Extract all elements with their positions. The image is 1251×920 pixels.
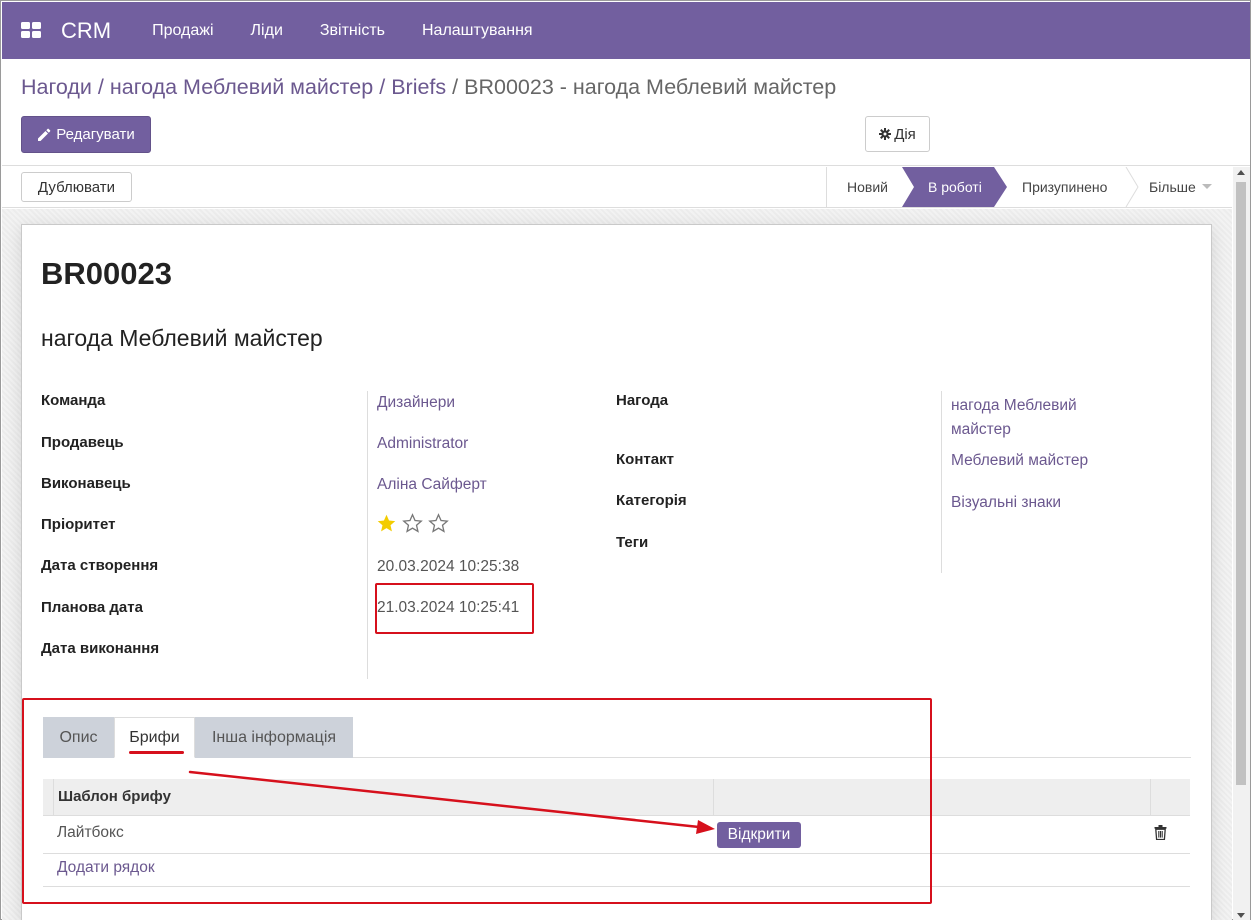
field-value-team[interactable]: Дизайнери [377,394,455,412]
caret-down-icon [1201,184,1212,189]
app-title[interactable]: CRM [61,18,111,44]
star-empty-icon[interactable] [402,513,423,534]
field-label-created-date: Дата створення [41,557,159,574]
field-label-planned-date: Планова дата [41,599,143,616]
field-value-opportunity-line: нагода Меблевий [951,397,1077,414]
breadcrumb-separator: / [97,75,104,99]
field-value-salesperson[interactable]: Administrator [377,435,468,453]
breadcrumb-separator: / [379,75,386,99]
stage-separator [1125,167,1139,207]
field-label-contact: Контакт [616,451,674,468]
edit-button[interactable]: Редагувати [21,116,151,153]
nav-item-settings[interactable]: Налаштування [422,22,533,40]
star-filled-icon[interactable] [376,513,397,534]
breadcrumb-current: BR00023 - нагода Меблевий майстер [464,75,837,99]
field-label-priority: Пріоритет [41,516,116,533]
star-empty-icon[interactable] [428,513,449,534]
breadcrumb: Нагоди / нагода Меблевий майстер / Briefs / BR… [21,75,836,100]
field-label-tags: Теги [616,534,649,551]
pencil-icon [38,128,51,141]
field-value-contact[interactable]: Меблевий майстер [951,452,1088,470]
field-label-team: Команда [41,392,106,409]
scroll-down-arrow-icon[interactable] [1237,913,1245,918]
annotation-highlight-box [375,583,534,634]
stage-pipeline: Новий В роботі Призупинено Більше [826,167,1232,207]
action-button[interactable]: Дія [865,116,930,152]
annotation-highlight-box [22,698,932,904]
field-label-opportunity: Нагода [616,392,669,409]
field-value-assignee[interactable]: Аліна Сайферт [377,476,487,494]
stage-new[interactable]: Новий [847,167,888,207]
gear-icon [879,128,892,140]
nav-item-leads[interactable]: Ліди [251,22,283,40]
stage-more-label: Більше [1149,179,1196,195]
breadcrumb-item-opportunity[interactable]: нагода Меблевий майстер [110,75,373,99]
annotation-underline [129,751,184,754]
breadcrumb-item-opportunities[interactable]: Нагоди [21,75,92,99]
priority-stars [376,513,449,534]
statusbar: Дублювати Новий В роботі Призупинено Біл… [2,167,1232,208]
field-divider [367,391,368,679]
field-value-category[interactable]: Візуальні знаки [951,494,1061,512]
field-divider [941,391,942,573]
scroll-up-arrow-icon[interactable] [1237,170,1245,175]
vertical-scrollbar[interactable] [1233,167,1250,920]
breadcrumb-separator: / [452,75,459,99]
stage-in-progress[interactable]: В роботі [902,167,1007,207]
nav-item-sales[interactable]: Продажі [152,22,213,40]
stage-more-dropdown[interactable]: Більше [1149,167,1212,207]
record-title: нагода Меблевий майстер [41,325,323,351]
duplicate-button[interactable]: Дублювати [21,172,132,202]
scrollbar-thumb[interactable] [1236,182,1246,785]
field-label-done-date: Дата виконання [41,640,160,657]
stage-paused[interactable]: Призупинено [1022,167,1107,207]
top-navbar: CRM Продажі Ліди Звітність Налаштування [2,2,1250,59]
field-label-salesperson: Продавець [41,434,124,451]
breadcrumb-item-briefs[interactable]: Briefs [391,75,446,99]
field-value-created-date: 20.03.2024 10:25:38 [377,558,520,575]
record-code: BR00023 [41,256,172,291]
field-value-opportunity[interactable]: нагода Меблевий майстер [951,394,1077,442]
action-button-label: Дія [894,125,916,143]
field-value-opportunity-line: майстер [951,421,1011,438]
nav-item-reporting[interactable]: Звітність [320,22,385,40]
apps-menu-icon[interactable] [21,22,41,39]
edit-button-label: Редагувати [56,126,135,143]
field-label-category: Категорія [616,492,687,509]
column-divider [1150,779,1151,816]
control-panel: Нагоди / нагода Меблевий майстер / Briefs / BR… [2,59,1250,166]
field-label-assignee: Виконавець [41,475,131,492]
trash-icon[interactable] [1154,825,1167,840]
